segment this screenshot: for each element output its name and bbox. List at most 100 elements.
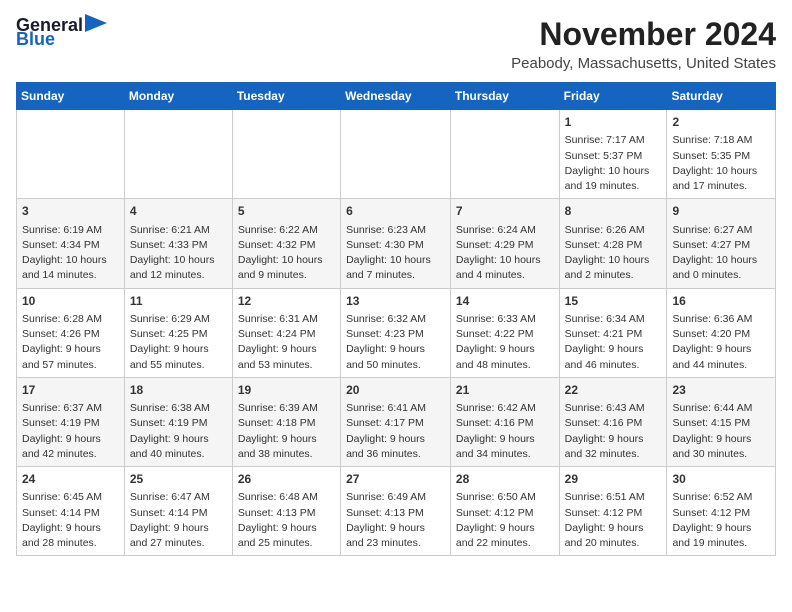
calendar-cell: 24Sunrise: 6:45 AM Sunset: 4:14 PM Dayli… [17, 467, 125, 556]
day-info: Sunrise: 6:38 AM Sunset: 4:19 PM Dayligh… [130, 401, 227, 462]
day-number: 1 [565, 114, 662, 131]
calendar-cell: 15 Sunrise: 6:34 AM Sunset: 4:21 PM Dayli… [559, 288, 667, 377]
title-area: November 2024 Peabody, Massachusetts, Un… [511, 16, 776, 72]
day-info: Sunrise: 6:28 AM Sunset: 4:26 PM Dayligh… [22, 312, 119, 373]
calendar-cell [450, 110, 559, 199]
calendar-cell: 7Sunrise: 6:24 AM Sunset: 4:29 PM Daylig… [450, 199, 559, 288]
day-info: Sunrise: 6:37 AM Sunset: 4:19 PM Dayligh… [22, 401, 119, 462]
calendar-body: 1 Sunrise: 7:17 AM Sunset: 5:37 PM Daylig… [17, 110, 776, 556]
day-number: 21 [456, 382, 554, 399]
day-info: Sunrise: 6:24 AM Sunset: 4:29 PM Dayligh… [456, 223, 554, 284]
day-number: 4 [130, 203, 227, 220]
day-number: 27 [346, 471, 445, 488]
calendar-cell: 12 Sunrise: 6:31 AM Sunset: 4:24 PM Dayli… [232, 288, 340, 377]
day-number: 26 [238, 471, 335, 488]
day-info: Sunrise: 6:43 AM Sunset: 4:16 PM Dayligh… [565, 401, 662, 462]
calendar-cell: 9 Sunrise: 6:27 AM Sunset: 4:27 PM Daylig… [667, 199, 776, 288]
calendar-cell: 2 Sunrise: 7:18 AM Sunset: 5:35 PM Daylig… [667, 110, 776, 199]
day-info: Sunrise: 6:29 AM Sunset: 4:25 PM Dayligh… [130, 312, 227, 373]
calendar-cell: 17 Sunrise: 6:37 AM Sunset: 4:19 PM Dayli… [17, 377, 125, 466]
logo-icon [85, 14, 107, 32]
day-number: 5 [238, 203, 335, 220]
logo-text-blue: Blue [16, 30, 55, 48]
calendar-cell: 16 Sunrise: 6:36 AM Sunset: 4:20 PM Dayli… [667, 288, 776, 377]
day-info: Sunrise: 6:47 AM Sunset: 4:14 PM Dayligh… [130, 490, 227, 551]
calendar-cell: 30 Sunrise: 6:52 AM Sunset: 4:12 PM Dayli… [667, 467, 776, 556]
day-number: 17 [22, 382, 119, 399]
month-title: November 2024 [511, 16, 776, 53]
day-number: 2 [672, 114, 770, 131]
calendar-cell [232, 110, 340, 199]
calendar-cell [341, 110, 451, 199]
day-number: 14 [456, 293, 554, 310]
header-thursday: Thursday [450, 83, 559, 110]
calendar-cell: 1 Sunrise: 7:17 AM Sunset: 5:37 PM Daylig… [559, 110, 667, 199]
header-sunday: Sunday [17, 83, 125, 110]
calendar-cell: 4Sunrise: 6:21 AM Sunset: 4:33 PM Daylig… [124, 199, 232, 288]
day-info: Sunrise: 6:39 AM Sunset: 4:18 PM Dayligh… [238, 401, 335, 462]
calendar-cell: 29 Sunrise: 6:51 AM Sunset: 4:12 PM Dayli… [559, 467, 667, 556]
calendar-cell [124, 110, 232, 199]
header-monday: Monday [124, 83, 232, 110]
calendar-cell: 28 Sunrise: 6:50 AM Sunset: 4:12 PM Dayli… [450, 467, 559, 556]
day-info: Sunrise: 6:41 AM Sunset: 4:17 PM Dayligh… [346, 401, 445, 462]
day-number: 15 [565, 293, 662, 310]
calendar-cell: 26 Sunrise: 6:48 AM Sunset: 4:13 PM Dayli… [232, 467, 340, 556]
day-info: Sunrise: 6:27 AM Sunset: 4:27 PM Dayligh… [672, 223, 770, 284]
day-number: 23 [672, 382, 770, 399]
calendar-cell: 18Sunrise: 6:38 AM Sunset: 4:19 PM Dayli… [124, 377, 232, 466]
day-number: 30 [672, 471, 770, 488]
calendar-table: SundayMondayTuesdayWednesdayThursdayFrid… [16, 82, 776, 556]
day-number: 19 [238, 382, 335, 399]
day-info: Sunrise: 6:36 AM Sunset: 4:20 PM Dayligh… [672, 312, 770, 373]
day-info: Sunrise: 6:32 AM Sunset: 4:23 PM Dayligh… [346, 312, 445, 373]
day-info: Sunrise: 6:26 AM Sunset: 4:28 PM Dayligh… [565, 223, 662, 284]
header-wednesday: Wednesday [341, 83, 451, 110]
day-info: Sunrise: 6:45 AM Sunset: 4:14 PM Dayligh… [22, 490, 119, 551]
calendar-cell: 10 Sunrise: 6:28 AM Sunset: 4:26 PM Dayli… [17, 288, 125, 377]
day-info: Sunrise: 6:50 AM Sunset: 4:12 PM Dayligh… [456, 490, 554, 551]
day-info: Sunrise: 7:17 AM Sunset: 5:37 PM Dayligh… [565, 133, 662, 194]
calendar-cell: 22 Sunrise: 6:43 AM Sunset: 4:16 PM Dayli… [559, 377, 667, 466]
day-info: Sunrise: 6:44 AM Sunset: 4:15 PM Dayligh… [672, 401, 770, 462]
day-info: Sunrise: 6:22 AM Sunset: 4:32 PM Dayligh… [238, 223, 335, 284]
week-row-4: 17 Sunrise: 6:37 AM Sunset: 4:19 PM Dayli… [17, 377, 776, 466]
page-header: General Blue November 2024 Peabody, Mass… [16, 16, 776, 72]
day-number: 6 [346, 203, 445, 220]
week-row-5: 24Sunrise: 6:45 AM Sunset: 4:14 PM Dayli… [17, 467, 776, 556]
day-info: Sunrise: 6:52 AM Sunset: 4:12 PM Dayligh… [672, 490, 770, 551]
day-number: 28 [456, 471, 554, 488]
location-subtitle: Peabody, Massachusetts, United States [511, 55, 776, 72]
calendar-cell: 20 Sunrise: 6:41 AM Sunset: 4:17 PM Dayli… [341, 377, 451, 466]
calendar-cell: 3 Sunrise: 6:19 AM Sunset: 4:34 PM Daylig… [17, 199, 125, 288]
day-info: Sunrise: 6:23 AM Sunset: 4:30 PM Dayligh… [346, 223, 445, 284]
day-number: 22 [565, 382, 662, 399]
day-info: Sunrise: 6:33 AM Sunset: 4:22 PM Dayligh… [456, 312, 554, 373]
logo: General Blue [16, 16, 107, 48]
day-number: 8 [565, 203, 662, 220]
day-info: Sunrise: 6:48 AM Sunset: 4:13 PM Dayligh… [238, 490, 335, 551]
day-info: Sunrise: 6:34 AM Sunset: 4:21 PM Dayligh… [565, 312, 662, 373]
day-number: 29 [565, 471, 662, 488]
day-number: 13 [346, 293, 445, 310]
day-info: Sunrise: 7:18 AM Sunset: 5:35 PM Dayligh… [672, 133, 770, 194]
day-number: 3 [22, 203, 119, 220]
calendar-cell: 5 Sunrise: 6:22 AM Sunset: 4:32 PM Daylig… [232, 199, 340, 288]
day-info: Sunrise: 6:19 AM Sunset: 4:34 PM Dayligh… [22, 223, 119, 284]
day-number: 20 [346, 382, 445, 399]
day-number: 10 [22, 293, 119, 310]
header-tuesday: Tuesday [232, 83, 340, 110]
header-friday: Friday [559, 83, 667, 110]
calendar-cell: 23 Sunrise: 6:44 AM Sunset: 4:15 PM Dayli… [667, 377, 776, 466]
day-number: 25 [130, 471, 227, 488]
day-number: 9 [672, 203, 770, 220]
day-number: 11 [130, 293, 227, 310]
day-info: Sunrise: 6:31 AM Sunset: 4:24 PM Dayligh… [238, 312, 335, 373]
calendar-cell: 8 Sunrise: 6:26 AM Sunset: 4:28 PM Daylig… [559, 199, 667, 288]
day-number: 12 [238, 293, 335, 310]
calendar-cell: 25 Sunrise: 6:47 AM Sunset: 4:14 PM Dayli… [124, 467, 232, 556]
day-info: Sunrise: 6:51 AM Sunset: 4:12 PM Dayligh… [565, 490, 662, 551]
day-number: 16 [672, 293, 770, 310]
header-saturday: Saturday [667, 83, 776, 110]
calendar-header-row: SundayMondayTuesdayWednesdayThursdayFrid… [17, 83, 776, 110]
